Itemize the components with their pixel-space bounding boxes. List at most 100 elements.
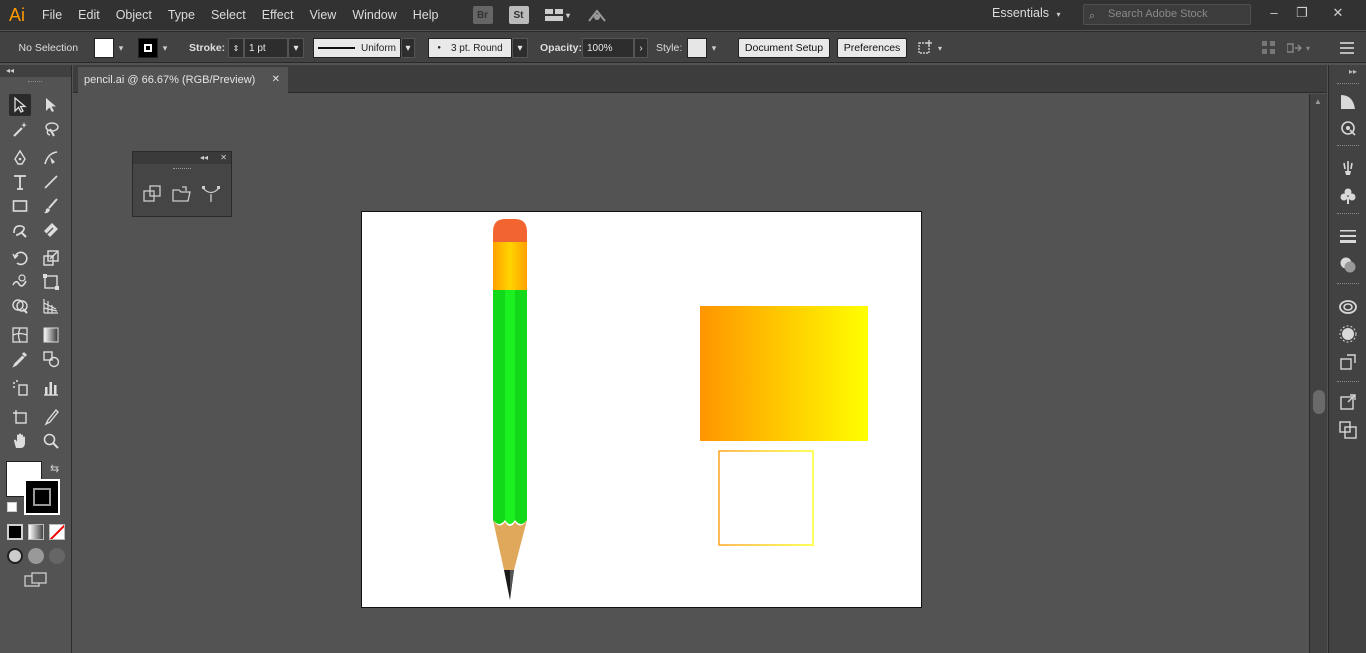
brush-definition[interactable]: ● 3 pt. Round ▾ xyxy=(428,32,528,64)
draw-normal-icon[interactable] xyxy=(7,548,23,564)
menu-help[interactable]: Help xyxy=(405,0,447,30)
perspective-grid-tool-icon[interactable] xyxy=(40,295,62,317)
free-transform-tool-icon[interactable] xyxy=(40,271,62,293)
curvature-tool-icon[interactable] xyxy=(40,147,62,169)
fill-swatch[interactable] xyxy=(94,38,114,58)
vertical-scrollbar[interactable]: ▲ xyxy=(1309,94,1327,653)
magic-wand-tool-icon[interactable] xyxy=(9,118,31,140)
panel-grip[interactable] xyxy=(1337,381,1359,383)
chevron-down-icon[interactable]: ▾ xyxy=(707,38,721,58)
rotate-tool-icon[interactable] xyxy=(9,247,31,269)
graphic-style-swatch[interactable] xyxy=(687,38,707,58)
gradient-stroke-square[interactable] xyxy=(718,450,814,546)
expand-panels-icon[interactable]: ▸▸ xyxy=(1349,67,1357,76)
brushes-icon[interactable] xyxy=(1337,157,1359,179)
transform-icon[interactable]: ▾ xyxy=(1287,32,1310,64)
collapse-panel-icon[interactable]: ◂◂ xyxy=(0,65,71,77)
zoom-tool-icon[interactable] xyxy=(40,430,62,452)
pencil-eraser[interactable] xyxy=(493,219,527,242)
opacity-field[interactable]: 100% xyxy=(582,38,634,58)
canvas-area[interactable]: ◂◂ ✕ xyxy=(73,94,1309,653)
swap-colors-icon[interactable]: ⇆ xyxy=(50,462,59,475)
align-icon[interactable] xyxy=(1262,32,1276,64)
menu-icon[interactable] xyxy=(1340,32,1354,64)
blend-tool-icon[interactable] xyxy=(40,348,62,370)
menu-object[interactable]: Object xyxy=(108,0,160,30)
symbols-icon[interactable] xyxy=(1337,185,1359,207)
color-mode-icon[interactable] xyxy=(7,524,23,540)
warp-tool-icon[interactable] xyxy=(9,271,31,293)
type-tool-icon[interactable] xyxy=(9,171,31,193)
chevron-down-icon[interactable]: ▾ xyxy=(512,38,528,58)
shape-builder-tool-icon[interactable] xyxy=(9,295,31,317)
panel-grip[interactable] xyxy=(28,81,42,82)
chevron-down-icon[interactable]: ▾ xyxy=(288,38,304,58)
gpu-performance-icon[interactable] xyxy=(587,6,607,24)
profile-field[interactable]: Uniform xyxy=(313,38,401,58)
panel-grip[interactable] xyxy=(1337,283,1359,285)
pencil-body-right[interactable] xyxy=(515,290,527,524)
graphic-style-control[interactable]: ▾ xyxy=(687,32,721,64)
color-guide-icon[interactable] xyxy=(1337,91,1359,113)
stroke-color-swatch[interactable] xyxy=(24,479,60,515)
draw-behind-icon[interactable] xyxy=(28,548,44,564)
restore-button[interactable]: ❐ xyxy=(1292,5,1312,23)
close-icon[interactable]: ✕ xyxy=(220,153,227,162)
stroke-stepper[interactable]: ⇕ xyxy=(228,38,244,58)
preferences-button[interactable]: Preferences xyxy=(837,38,907,58)
panel-header[interactable]: ◂◂ ✕ xyxy=(133,152,231,164)
stock-search-input[interactable]: ⌕ Search Adobe Stock xyxy=(1083,4,1251,25)
stroke-panel-icon[interactable] xyxy=(1337,225,1359,247)
minimize-button[interactable]: – xyxy=(1264,5,1284,23)
opacity-label[interactable]: Opacity: xyxy=(540,32,582,64)
arrange-icon[interactable]: ▾ xyxy=(916,32,942,64)
shaper-tool-icon[interactable] xyxy=(9,219,31,241)
selection-tool-icon[interactable] xyxy=(9,94,31,116)
appearance-icon[interactable] xyxy=(1337,117,1359,139)
scroll-up-icon[interactable]: ▲ xyxy=(1314,97,1322,106)
transparency-icon[interactable] xyxy=(1337,254,1359,276)
pencil-wood[interactable] xyxy=(493,520,527,570)
pencil-ferrule[interactable] xyxy=(493,242,527,290)
gradient-rectangle[interactable] xyxy=(700,306,868,441)
anchor-points-icon[interactable] xyxy=(201,185,221,206)
document-setup-button[interactable]: Document Setup xyxy=(738,38,830,58)
scale-tool-icon[interactable] xyxy=(40,247,62,269)
workspace-switcher[interactable]: Essentials ▾ xyxy=(992,6,1060,20)
chevron-down-icon[interactable]: ▾ xyxy=(114,38,128,58)
artboards-panel-icon[interactable] xyxy=(1337,351,1359,373)
opacity-control[interactable]: 100% › xyxy=(582,32,648,64)
stroke-weight-control[interactable]: ⇕ 1 pt ▾ xyxy=(228,32,304,64)
line-segment-tool-icon[interactable] xyxy=(40,171,62,193)
panel-grip[interactable] xyxy=(1337,83,1359,85)
menu-window[interactable]: Window xyxy=(344,0,404,30)
scroll-thumb[interactable] xyxy=(1313,390,1325,414)
slice-tool-icon[interactable] xyxy=(40,406,62,428)
fill-control[interactable]: ▾ xyxy=(94,32,128,64)
rectangle-tool-icon[interactable] xyxy=(9,195,31,217)
close-window-button[interactable]: ✕ xyxy=(1328,5,1348,23)
menu-edit[interactable]: Edit xyxy=(70,0,108,30)
panel-grip[interactable] xyxy=(173,168,191,169)
brush-field[interactable]: ● 3 pt. Round xyxy=(428,38,512,58)
pencil-body-middle[interactable] xyxy=(505,290,515,524)
transform-panel-icon[interactable] xyxy=(1337,391,1359,413)
none-mode-icon[interactable] xyxy=(49,524,65,540)
eraser-tool-icon[interactable] xyxy=(40,219,62,241)
stroke-swatch[interactable] xyxy=(138,38,158,58)
stock-icon[interactable]: St xyxy=(508,6,529,24)
stroke-label[interactable]: Stroke: xyxy=(189,32,225,64)
chevron-right-icon[interactable]: › xyxy=(634,38,648,58)
direct-selection-tool-icon[interactable] xyxy=(40,94,62,116)
lasso-tool-icon[interactable] xyxy=(40,118,62,140)
chevron-down-icon[interactable]: ▾ xyxy=(158,38,172,58)
screen-mode-icon[interactable] xyxy=(24,572,48,588)
open-folder-icon[interactable] xyxy=(172,185,192,206)
menu-file[interactable]: File xyxy=(34,0,70,30)
mesh-tool-icon[interactable] xyxy=(9,324,31,346)
draw-inside-icon[interactable] xyxy=(49,548,65,564)
pen-tool-icon[interactable] xyxy=(9,147,31,169)
artboard[interactable] xyxy=(361,211,922,608)
menu-type[interactable]: Type xyxy=(160,0,203,30)
panel-grip[interactable] xyxy=(1337,145,1359,147)
